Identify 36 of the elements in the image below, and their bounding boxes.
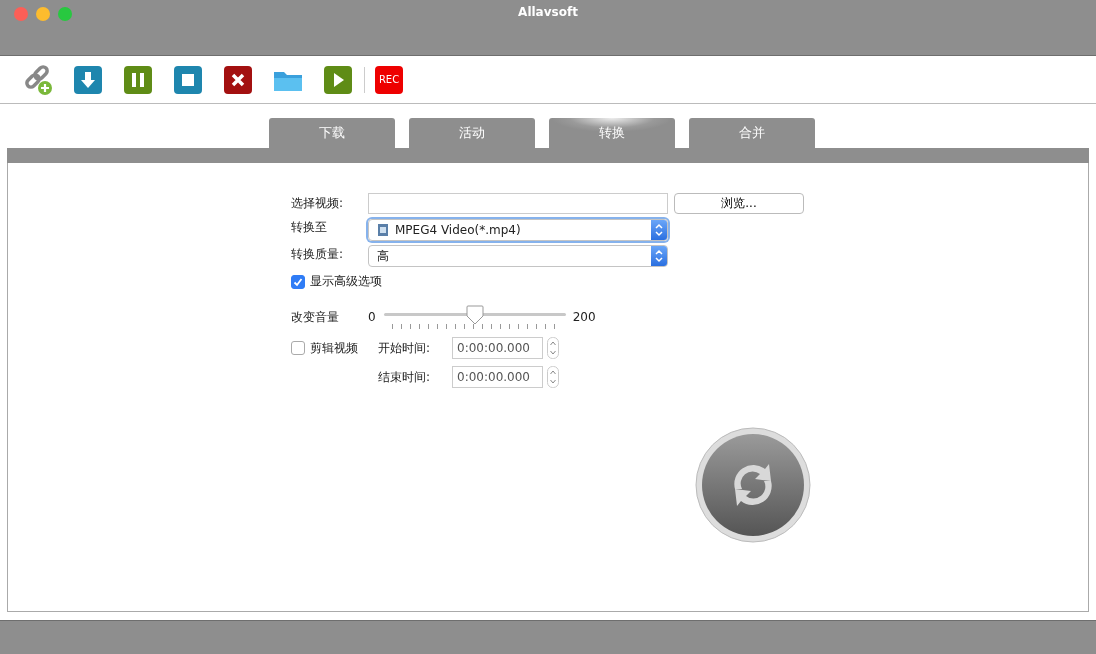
slider-max-label: 200 <box>572 310 596 324</box>
pause-icon[interactable] <box>122 63 154 96</box>
format-dropdown[interactable]: MPEG4 Video(*.mp4) <box>368 219 668 241</box>
convert-button[interactable] <box>695 427 811 543</box>
field-label: 选择视频: <box>291 195 345 212</box>
dropdown-arrows-icon <box>654 249 664 263</box>
stop-icon[interactable] <box>172 63 204 96</box>
quality-dropdown[interactable]: 高 <box>368 245 668 267</box>
slider-min-label: 0 <box>368 310 376 324</box>
browse-button[interactable]: 浏览... <box>674 193 804 214</box>
zoom-button[interactable] <box>58 7 72 21</box>
play-icon[interactable] <box>322 63 354 96</box>
field-label: 改变音量 <box>291 308 340 326</box>
checkbox[interactable] <box>291 341 305 355</box>
checkbox-label: 剪辑视频 <box>310 339 359 357</box>
video-path-field[interactable] <box>368 193 668 214</box>
stepper-icon[interactable] <box>547 366 559 388</box>
close-icon[interactable] <box>222 63 254 96</box>
video-file-icon <box>377 223 389 237</box>
download-icon[interactable] <box>72 63 104 96</box>
field-label: 结束时间: <box>378 368 432 386</box>
minimize-button[interactable] <box>36 7 50 21</box>
volume-slider[interactable] <box>383 304 566 330</box>
add-link-icon[interactable] <box>22 63 54 96</box>
record-button[interactable]: REC <box>375 65 403 94</box>
dropdown-arrows-icon <box>654 223 664 237</box>
stepper-icon[interactable] <box>547 337 559 359</box>
checkbox[interactable] <box>291 274 305 289</box>
field-label: 转换至 <box>291 219 328 236</box>
end-time-field[interactable]: 0:00:00.000 <box>452 366 543 388</box>
checkbox-label: 显示高级选项 <box>310 273 382 290</box>
start-time-field[interactable]: 0:00:00.000 <box>452 337 543 359</box>
field-label: 转换质量: <box>291 245 345 263</box>
slider-thumb[interactable] <box>465 305 484 325</box>
window-title: Allavsoft <box>517 5 579 19</box>
field-label: 开始时间: <box>378 339 432 357</box>
